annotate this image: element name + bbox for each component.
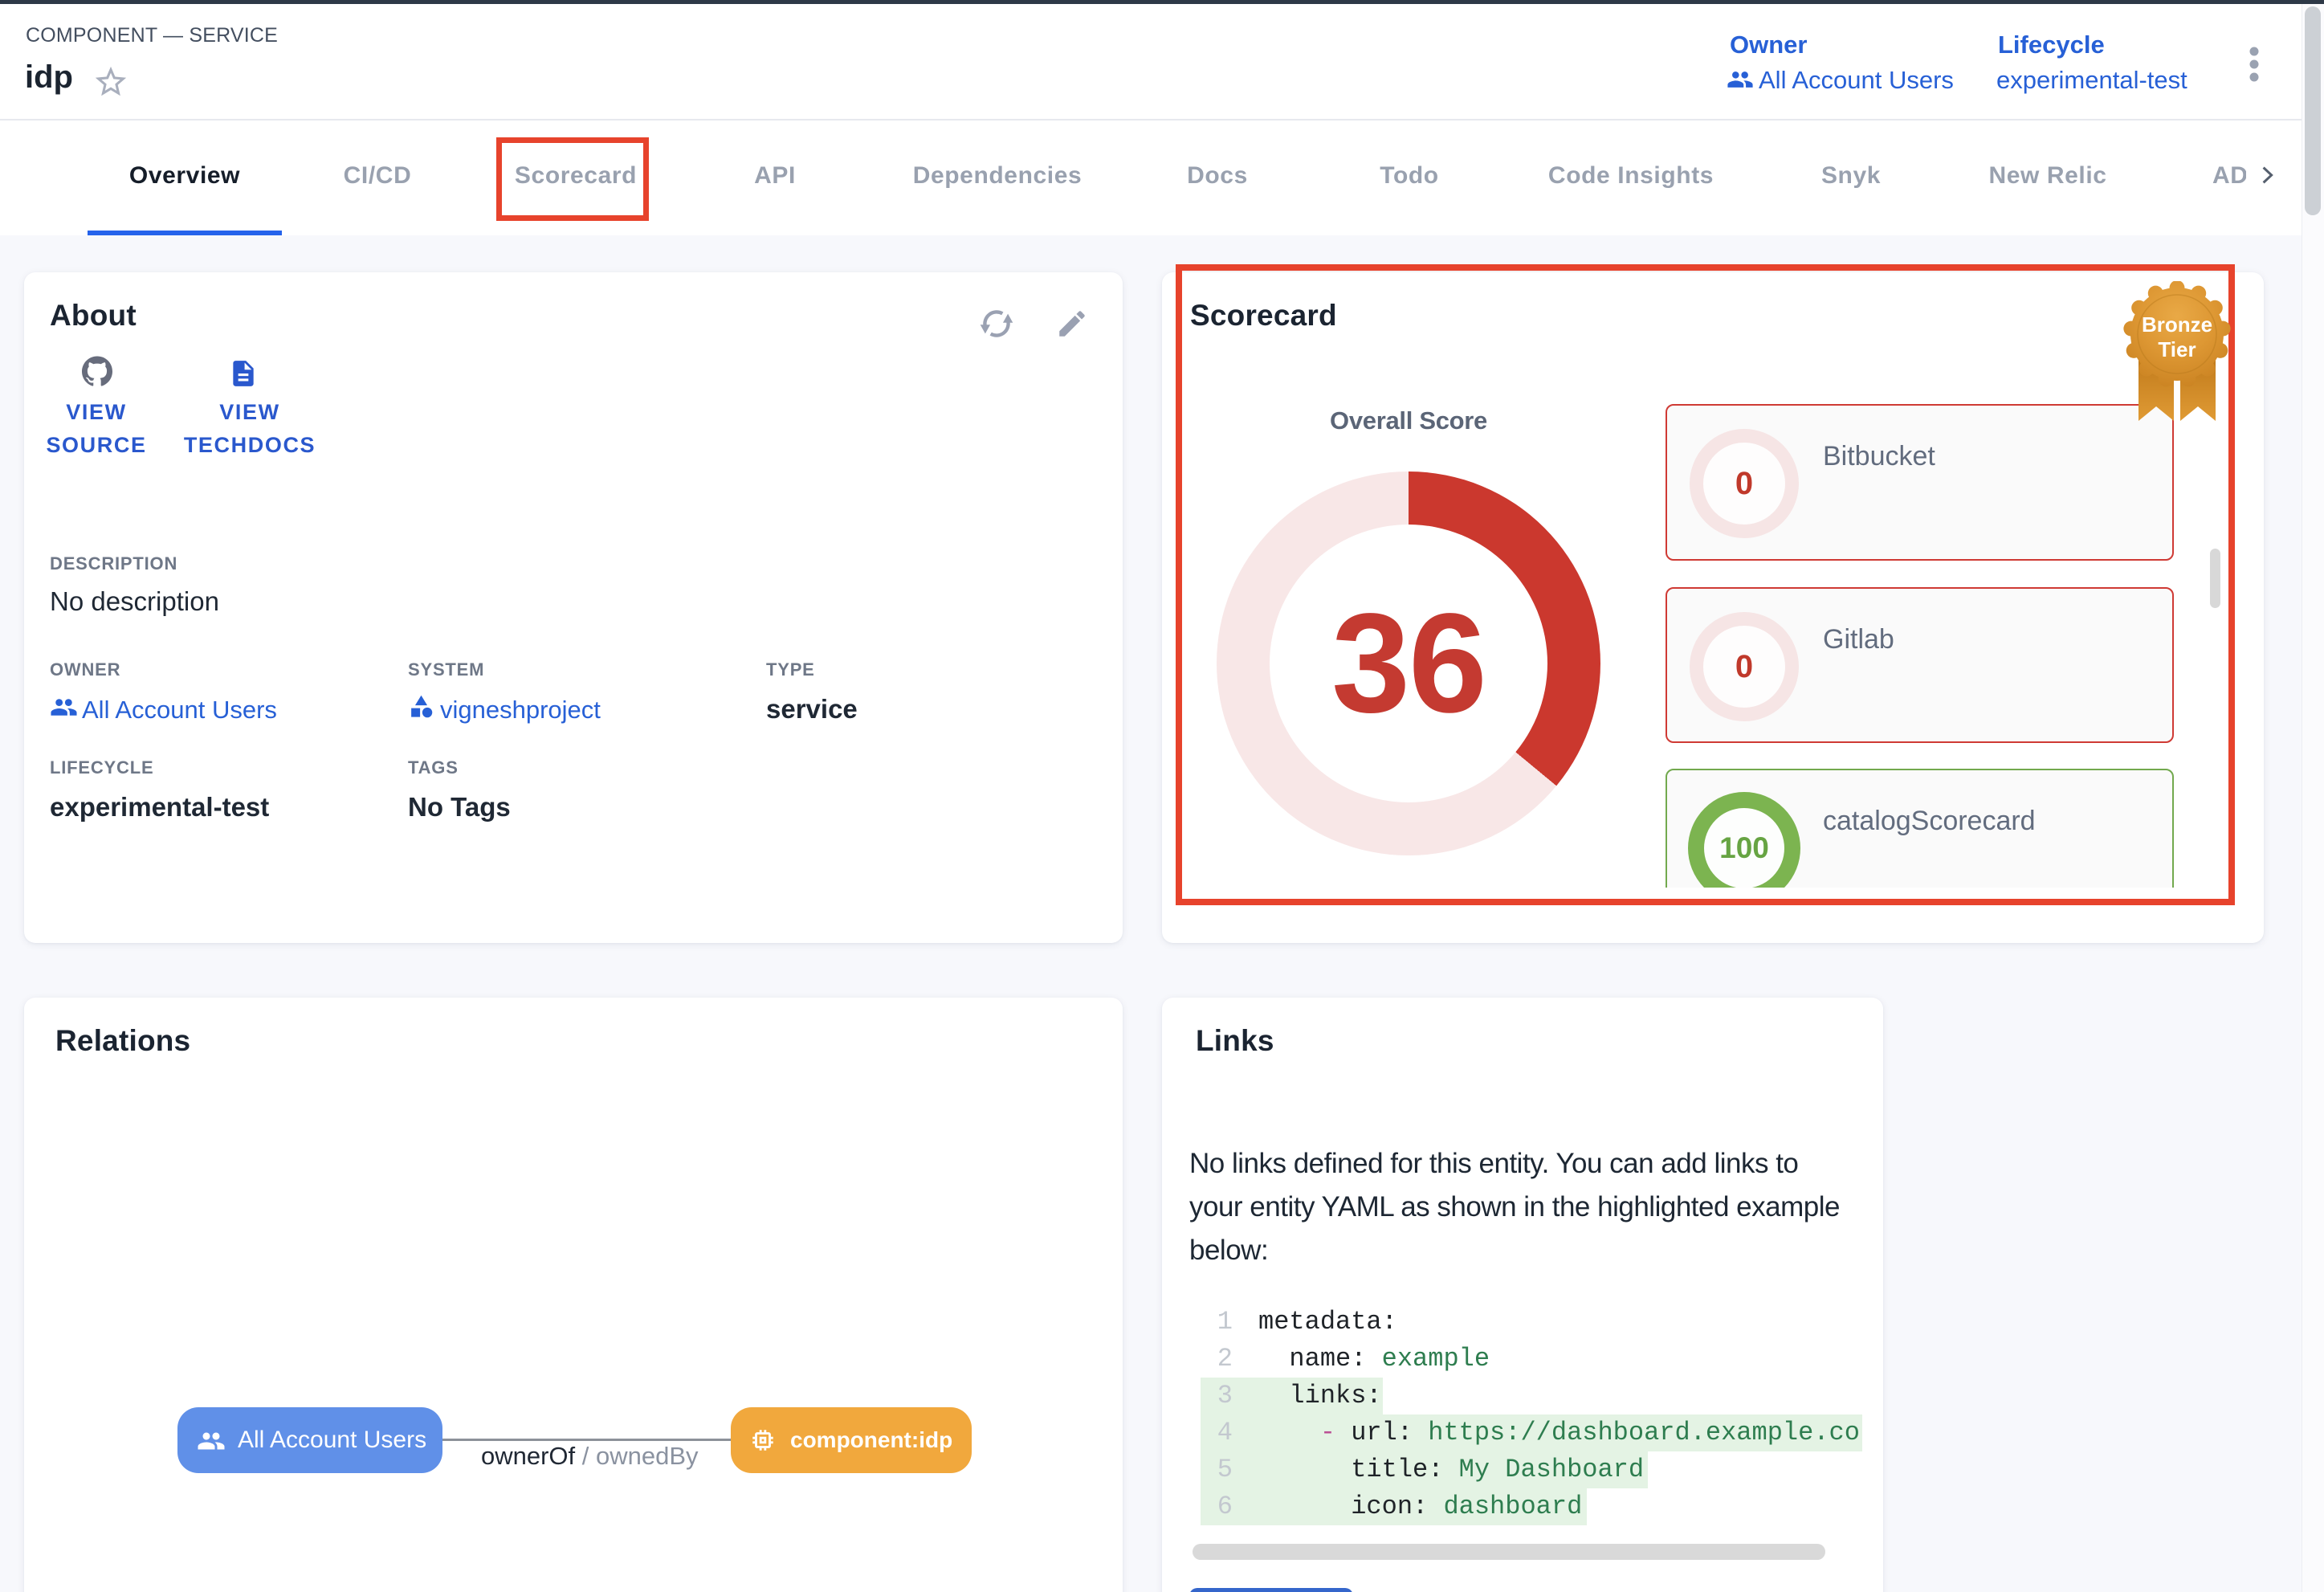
svg-text:Tier: Tier [2158,337,2196,361]
svg-text:Bronze: Bronze [2142,312,2212,337]
